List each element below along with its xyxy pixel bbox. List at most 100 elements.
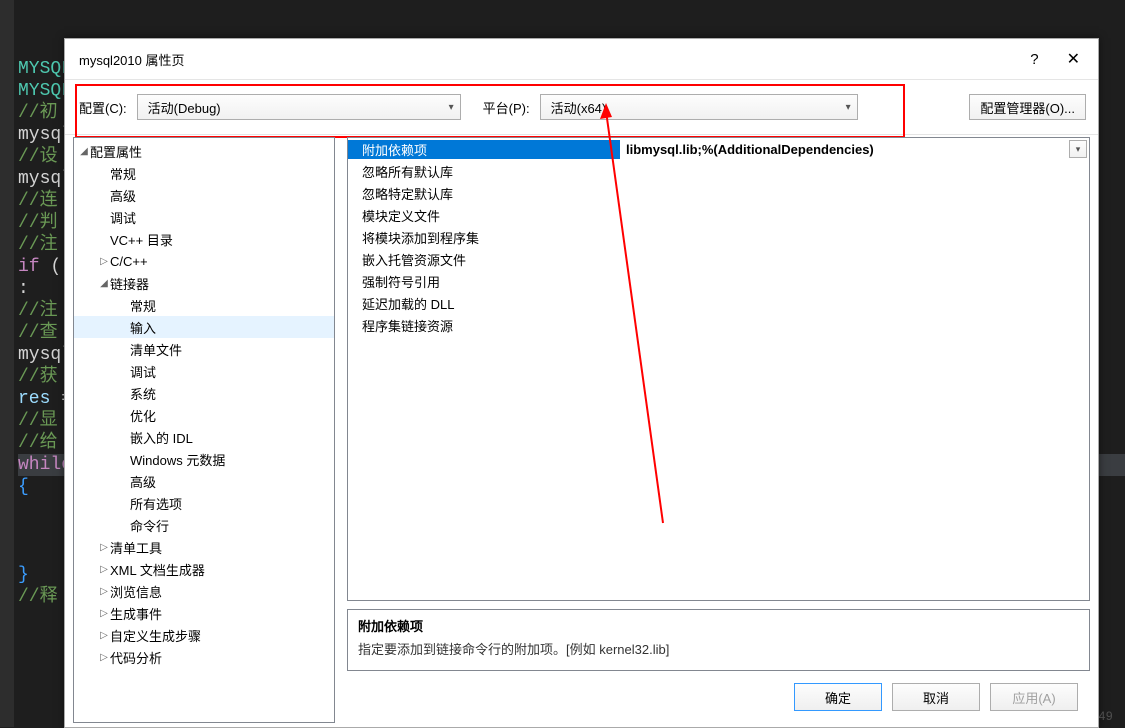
- tree-item[interactable]: 调试: [74, 360, 334, 382]
- tree-panel[interactable]: ◢配置属性常规高级调试VC++ 目录▷C/C++◢链接器常规输入清单文件调试系统…: [73, 137, 335, 723]
- configuration-value: 活动(Debug): [148, 98, 221, 117]
- grid-row[interactable]: 嵌入托管资源文件: [348, 248, 1089, 270]
- grid-row[interactable]: 将模块添加到程序集: [348, 226, 1089, 248]
- configuration-manager-button[interactable]: 配置管理器(O)...: [969, 94, 1086, 120]
- tree-item[interactable]: 优化: [74, 404, 334, 426]
- expand-icon: ◢: [98, 278, 110, 289]
- expand-icon: ▷: [98, 630, 110, 641]
- grid-row[interactable]: 附加依赖项libmysql.lib;%(AdditionalDependenci…: [348, 138, 1089, 160]
- tree-node-label: 命令行: [130, 516, 169, 535]
- close-button[interactable]: ✕: [1061, 47, 1086, 71]
- tree-node-label: VC++ 目录: [110, 230, 173, 249]
- code-keyword: if: [18, 257, 40, 277]
- dropdown-caret-icon[interactable]: ▾: [1069, 140, 1087, 158]
- expand-icon: ▷: [98, 652, 110, 663]
- expand-icon: ▷: [98, 542, 110, 553]
- tree-item[interactable]: 清单文件: [74, 338, 334, 360]
- tree-item[interactable]: 调试: [74, 206, 334, 228]
- grid-row[interactable]: 模块定义文件: [348, 204, 1089, 226]
- grid-row-label: 将模块添加到程序集: [348, 228, 620, 247]
- ok-button[interactable]: 确定: [794, 683, 882, 711]
- tree-item[interactable]: 高级: [74, 184, 334, 206]
- property-grid[interactable]: 附加依赖项libmysql.lib;%(AdditionalDependenci…: [347, 137, 1090, 601]
- tree-item[interactable]: 常规: [74, 162, 334, 184]
- cancel-button[interactable]: 取消: [892, 683, 980, 711]
- expand-icon: ▷: [98, 608, 110, 619]
- tree-item[interactable]: 常规: [74, 294, 334, 316]
- chevron-down-icon: ▾: [846, 102, 851, 113]
- code-comment: //给: [18, 433, 58, 453]
- platform-label: 平台(P):: [483, 98, 530, 117]
- tree-item[interactable]: ▷浏览信息: [74, 580, 334, 602]
- tree-node-label: 调试: [110, 208, 136, 227]
- code-brace: }: [18, 565, 29, 585]
- tree-item[interactable]: ▷自定义生成步骤: [74, 624, 334, 646]
- property-pages-dialog: mysql2010 属性页 ? ✕ 配置(C): 活动(Debug) ▾ 平台(…: [64, 38, 1099, 728]
- apply-button[interactable]: 应用(A): [990, 683, 1078, 711]
- help-button[interactable]: ?: [1030, 51, 1038, 68]
- tree-item[interactable]: 嵌入的 IDL: [74, 426, 334, 448]
- configuration-manager-label: 配置管理器(O)...: [980, 98, 1075, 117]
- tree-node-label: 优化: [130, 406, 156, 425]
- tree-node-label: 常规: [130, 296, 156, 315]
- grid-row-label: 忽略特定默认库: [348, 184, 620, 203]
- chevron-down-icon: ▾: [449, 102, 454, 113]
- grid-row-label: 模块定义文件: [348, 206, 620, 225]
- grid-row-label: 延迟加载的 DLL: [348, 294, 620, 313]
- tree-node-label: 配置属性: [90, 142, 142, 161]
- tree-item[interactable]: ◢链接器: [74, 272, 334, 294]
- tree-item[interactable]: VC++ 目录: [74, 228, 334, 250]
- platform-value: 活动(x64): [551, 98, 607, 117]
- tree-node-label: 高级: [110, 186, 136, 205]
- code-comment: //查: [18, 323, 58, 343]
- tree-item[interactable]: ▷代码分析: [74, 646, 334, 668]
- dialog-titlebar[interactable]: mysql2010 属性页 ? ✕: [65, 39, 1098, 80]
- tree-node-label: 输入: [130, 318, 156, 337]
- platform-dropdown[interactable]: 活动(x64) ▾: [540, 94, 858, 120]
- grid-row[interactable]: 忽略特定默认库: [348, 182, 1089, 204]
- tree-item[interactable]: ▷XML 文档生成器: [74, 558, 334, 580]
- tree-item[interactable]: Windows 元数据: [74, 448, 334, 470]
- tree-node-label: 代码分析: [110, 648, 162, 667]
- configuration-dropdown[interactable]: 活动(Debug) ▾: [137, 94, 461, 120]
- grid-row-label: 强制符号引用: [348, 272, 620, 291]
- tree-item[interactable]: 高级: [74, 470, 334, 492]
- code-comment: //设: [18, 147, 58, 167]
- code-comment: //释: [18, 587, 58, 607]
- tree-item[interactable]: ▷C/C++: [74, 250, 334, 272]
- expand-icon: ▷: [98, 256, 110, 267]
- configuration-bar: 配置(C): 活动(Debug) ▾ 平台(P): 活动(x64) ▾ 配置管理…: [65, 80, 1098, 134]
- expand-icon: ▷: [98, 586, 110, 597]
- tree-item[interactable]: 输入: [74, 316, 334, 338]
- grid-row[interactable]: 强制符号引用: [348, 270, 1089, 292]
- code-token: :: [18, 279, 29, 299]
- grid-row[interactable]: 程序集链接资源: [348, 314, 1089, 336]
- tree-node-label: 常规: [110, 164, 136, 183]
- code-comment: //获: [18, 367, 58, 387]
- configuration-label: 配置(C):: [79, 98, 127, 117]
- tree-item[interactable]: 系统: [74, 382, 334, 404]
- tree-node-label: 调试: [130, 362, 156, 381]
- tree-item[interactable]: ▷生成事件: [74, 602, 334, 624]
- code-comment: //判: [18, 213, 58, 233]
- tree-node-label: 自定义生成步骤: [110, 626, 201, 645]
- tree-item[interactable]: ▷清单工具: [74, 536, 334, 558]
- grid-row-label: 忽略所有默认库: [348, 162, 620, 181]
- expand-icon: ▷: [98, 564, 110, 575]
- grid-row[interactable]: 忽略所有默认库: [348, 160, 1089, 182]
- grid-row[interactable]: 延迟加载的 DLL: [348, 292, 1089, 314]
- watermark: https://blog.csdn.net/weixin_44438749: [890, 709, 1113, 723]
- grid-row-label: 附加依赖项: [348, 140, 620, 159]
- grid-row-label: 嵌入托管资源文件: [348, 250, 620, 269]
- code-var: res: [18, 389, 50, 409]
- tree-node-label: 嵌入的 IDL: [130, 428, 193, 447]
- grid-row-value[interactable]: libmysql.lib;%(AdditionalDependencies): [620, 142, 1069, 157]
- code-brace: {: [18, 477, 29, 497]
- tree-node-label: 清单文件: [130, 340, 182, 359]
- tree-node-label: 链接器: [110, 274, 149, 293]
- tree-node-label: 生成事件: [110, 604, 162, 623]
- tree-item[interactable]: 所有选项: [74, 492, 334, 514]
- tree-root-node[interactable]: ◢配置属性: [74, 140, 334, 162]
- tree-item[interactable]: 命令行: [74, 514, 334, 536]
- code-comment: //注: [18, 301, 58, 321]
